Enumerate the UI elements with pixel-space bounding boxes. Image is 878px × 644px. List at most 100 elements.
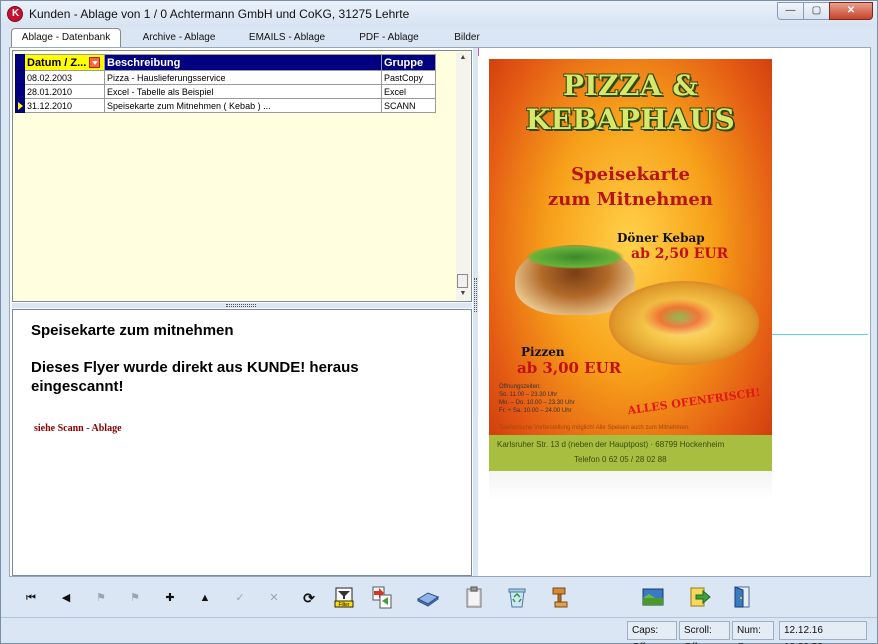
refresh-button[interactable]: ⟳ (297, 587, 321, 609)
filter-icon-label: Filter (338, 602, 349, 608)
flyer-note: Telefonische Vorbestellung möglich! Alle… (499, 425, 690, 431)
first-record-button[interactable]: ⏮ (19, 587, 43, 609)
scroll-lock-status: Scroll: Off (679, 621, 730, 644)
hours-title: Öffnungszeiten: (499, 384, 541, 390)
pizza-photo (609, 281, 759, 365)
hours-line: So. 11.00 – 23.30 Uhr (499, 392, 558, 398)
cell-gruppe[interactable]: Excel (381, 84, 436, 99)
flyer-title-line2: KEBAPHAUS (525, 103, 736, 136)
title-bar[interactable]: Kunden - Ablage von 1 / 0 Achtermann Gmb… (1, 1, 877, 27)
app-window: Kunden - Ablage von 1 / 0 Achtermann Gmb… (0, 0, 878, 644)
document-preview: PIZZA & KEBAPHAUS Speisekarte zum Mitnehme… (478, 48, 870, 576)
last-record-button[interactable]: ⚑ (123, 587, 147, 609)
flyer-subtitle-line1: Speisekarte (571, 164, 690, 185)
hours-line: Fr. + Sa. 10.00 – 24.00 Uhr (499, 408, 572, 414)
tab-bilder[interactable]: Bilder (447, 29, 487, 47)
add-record-button[interactable]: ✚ (158, 587, 182, 609)
recycle-bin-icon[interactable] (505, 585, 529, 609)
column-header-datum-label: Datum / Z... (27, 56, 87, 69)
navigator-toolbar: ⏮ ◀ ⚑ ⚑ ✚ ▲ ✓ ✕ ⟳ Filter (1, 579, 877, 617)
hours-line: Mo. – Do. 10.00 – 23.30 Uhr (499, 400, 575, 406)
flyer-opening-hours: Öffnungszeiten: So. 11.00 – 23.30 Uhr Mo… (499, 383, 575, 415)
tab-emails-ablage[interactable]: EMAILS - Ablage (241, 29, 333, 47)
scroll-up-arrow-icon[interactable]: ▲ (456, 52, 470, 64)
num-lock-status: Num: On (732, 621, 774, 644)
description-memo[interactable]: Speisekarte zum mitnehmen Dieses Flyer w… (12, 309, 472, 576)
import-export-icon[interactable] (370, 585, 394, 609)
cell-gruppe[interactable]: SCANN (381, 98, 436, 113)
minimize-button[interactable]: — (777, 2, 804, 20)
scroll-down-arrow-icon[interactable]: ▼ (456, 288, 470, 300)
memo-text: Dieses Flyer wurde direkt aus KUNDE! her… (31, 359, 359, 395)
cell-beschreibung[interactable]: Pizza - Hauslieferungsservice (104, 70, 382, 85)
scanned-flyer-image: PIZZA & KEBAPHAUS Speisekarte zum Mitnehme… (489, 59, 772, 471)
table-row[interactable]: 08.02.2003 Pizza - Hauslieferungsservice… (15, 70, 436, 85)
maximize-button[interactable]: ▢ (803, 2, 830, 20)
tab-ablage-datenbank[interactable]: Ablage - Datenbank (11, 28, 121, 47)
scan-edge-shadow (489, 471, 772, 501)
column-header-datum[interactable]: Datum / Z... (24, 54, 105, 71)
confirm-button[interactable]: ✓ (228, 587, 252, 609)
flyer-slogan: ALLES OFENFRISCH! (626, 385, 762, 418)
row-indicator[interactable] (15, 84, 25, 99)
exit-door-icon[interactable] (730, 585, 754, 609)
grid-header-row: Datum / Z... Beschreibung Gruppe (15, 54, 436, 71)
flyer-doener-price: ab 2,50 EUR (631, 246, 729, 262)
datetime-status: 12.12.16 10:39:53 (779, 621, 867, 644)
flyer-title-line1: PIZZA & (562, 69, 699, 102)
preview-marker (478, 48, 479, 56)
splitter-grip[interactable] (474, 278, 477, 312)
grid-scrollbar[interactable]: ▲ ▼ (456, 52, 470, 300)
flyer-title: PIZZA & KEBAPHAUS (489, 69, 772, 137)
scrollbar-thumb[interactable] (457, 274, 468, 288)
cell-datum[interactable]: 28.01.2010 (24, 84, 105, 99)
cancel-edit-button[interactable]: ✕ (262, 587, 286, 609)
column-header-gruppe[interactable]: Gruppe (381, 54, 436, 71)
records-grid-panel: Datum / Z... Beschreibung Gruppe 08.02.2… (12, 50, 472, 302)
splitter-grip[interactable] (226, 304, 256, 307)
flyer-footer: Karlsruher Str. 13 d (neben der Hauptpos… (489, 435, 772, 471)
cell-beschreibung[interactable]: Excel - Tabelle als Beispiel (104, 84, 382, 99)
clipboard-icon[interactable] (462, 585, 486, 609)
cell-beschreibung[interactable]: Speisekarte zum Mitnehmen ( Kebab ) ... (104, 98, 382, 113)
next-record-button[interactable]: ⚑ (89, 587, 113, 609)
tab-archive-ablage[interactable]: Archive - Ablage (131, 29, 227, 47)
preview-guide-line (768, 334, 868, 335)
cell-gruppe[interactable]: PastCopy (381, 70, 436, 85)
tab-bar: Ablage - Datenbank Archive - Ablage EMAI… (9, 28, 871, 47)
table-row[interactable]: 31.12.2010 Speisekarte zum Mitnehmen ( K… (15, 98, 436, 113)
cell-datum[interactable]: 08.02.2003 (24, 70, 105, 85)
current-row-indicator[interactable] (15, 98, 25, 113)
status-bar: Caps: Off Scroll: Off Num: On 12.12.16 1… (1, 617, 877, 644)
row-indicator[interactable] (15, 70, 25, 85)
move-up-button[interactable]: ▲ (193, 587, 217, 609)
image-icon[interactable] (641, 585, 665, 609)
flyer-phone: Telefon 0 62 05 / 28 02 88 (574, 455, 667, 464)
scan-ablage-link[interactable]: siehe Scann - Ablage (34, 423, 122, 434)
memo-title: Speisekarte zum mitnehmen (31, 322, 234, 339)
tab-pdf-ablage[interactable]: PDF - Ablage (349, 29, 429, 47)
stamp-icon[interactable] (550, 585, 574, 609)
caps-lock-status: Caps: Off (627, 621, 677, 644)
cell-datum[interactable]: 31.12.2010 (24, 98, 105, 113)
filter-icon[interactable]: Filter (332, 585, 356, 609)
app-logo-icon (7, 6, 23, 22)
records-grid: Datum / Z... Beschreibung Gruppe 08.02.2… (15, 54, 436, 113)
sort-dropdown-icon[interactable] (89, 57, 101, 69)
horizontal-splitter[interactable] (12, 303, 472, 308)
flyer-address: Karlsruher Str. 13 d (neben der Hauptpos… (497, 440, 725, 449)
close-button[interactable]: ✕ (829, 2, 873, 20)
main-content: Datum / Z... Beschreibung Gruppe 08.02.2… (9, 47, 871, 577)
scanner-icon[interactable] (416, 585, 440, 609)
flyer-subtitle: Speisekarte zum Mitnehmen (489, 162, 772, 212)
window-title: Kunden - Ablage von 1 / 0 Achtermann Gmb… (29, 7, 410, 21)
column-header-beschreibung[interactable]: Beschreibung (104, 54, 382, 71)
flyer-pizzen-label: Pizzen (521, 345, 565, 359)
prev-record-button[interactable]: ◀ (54, 587, 78, 609)
flyer-subtitle-line2: zum Mitnehmen (548, 189, 713, 210)
window-controls: — ▢ ✕ (777, 2, 873, 20)
flyer-doener-label: Döner Kebap (617, 231, 705, 245)
flyer-pizzen-price: ab 3,00 EUR (517, 359, 622, 377)
export-arrow-icon[interactable] (688, 585, 712, 609)
table-row[interactable]: 28.01.2010 Excel - Tabelle als Beispiel … (15, 84, 436, 99)
